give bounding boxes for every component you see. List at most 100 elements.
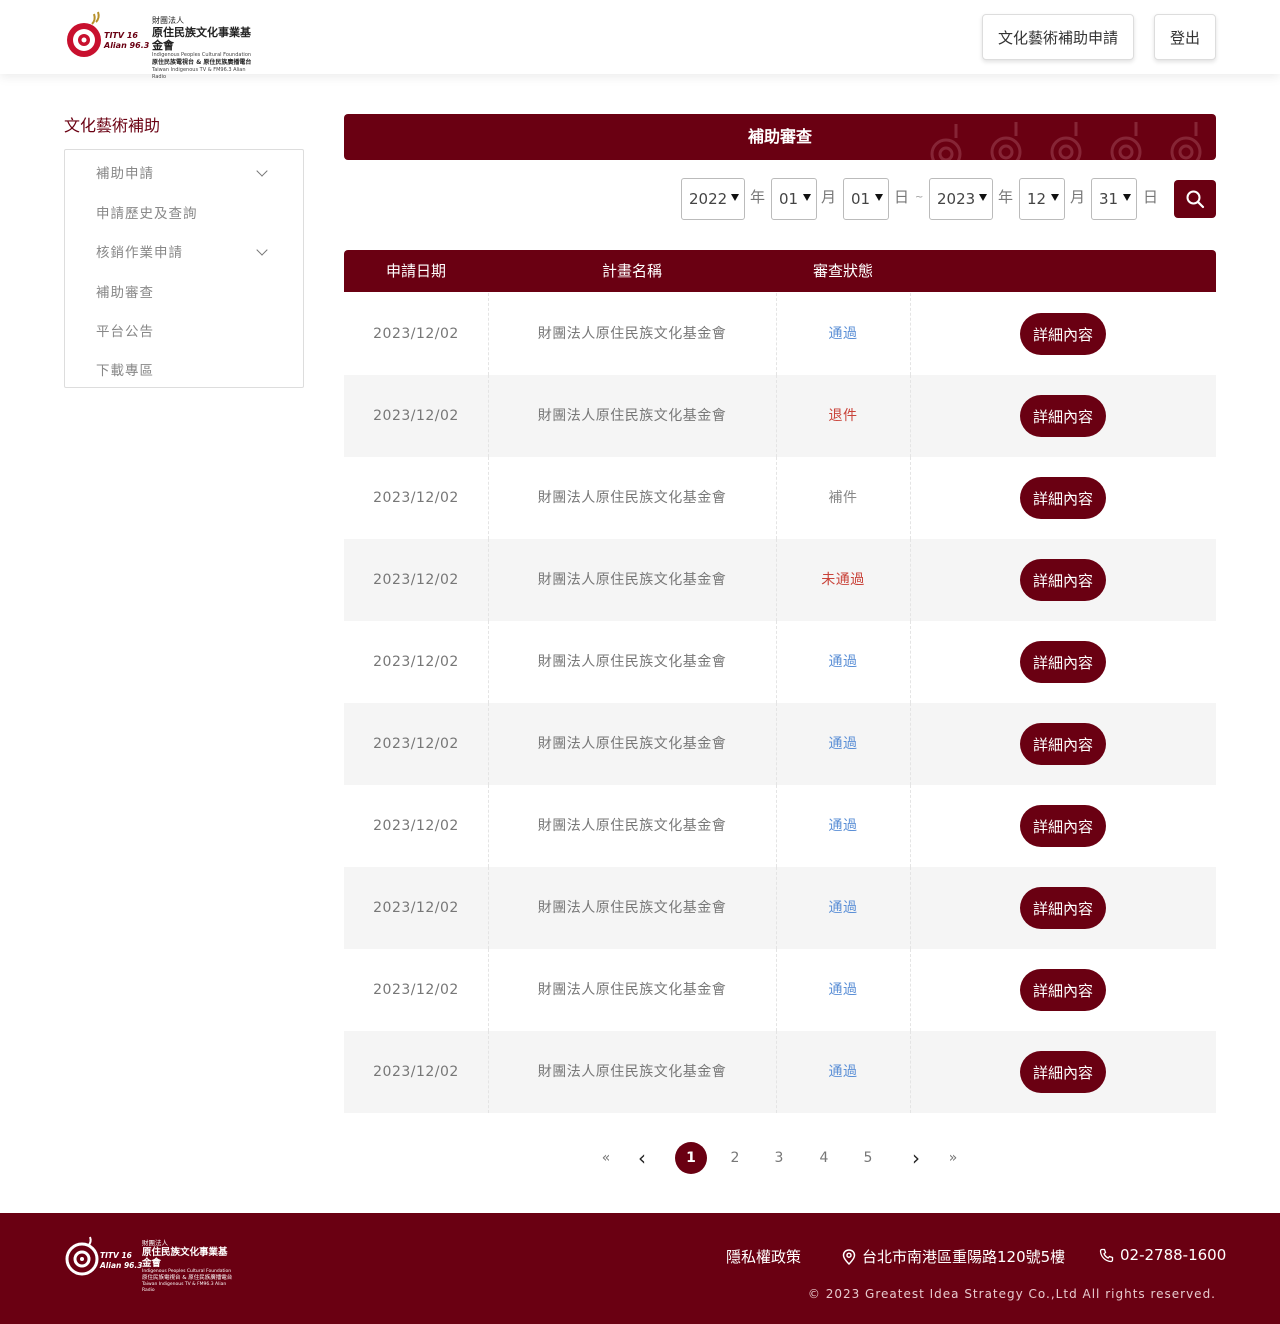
start-month-select[interactable]: 01 [771, 178, 817, 220]
logo-text: 財團法人 原住民族文化事業基金會 Indigenous Peoples Cult… [152, 16, 256, 81]
end-month-select[interactable]: 12 [1019, 178, 1065, 220]
footer-logo[interactable]: TITV 16 Alian 96.3 財團法人 原住民族文化事業基金會 Indi… [64, 1233, 234, 1293]
detail-button[interactable]: 詳細內容 [1020, 477, 1106, 519]
footer-logo-tv-name: 原住民族電視台 & 原住民族廣播電台 [142, 1275, 233, 1281]
detail-button[interactable]: 詳細內容 [1020, 1051, 1106, 1093]
footer-logo-alian: Alian 96.3 [100, 1261, 143, 1270]
pagination-page-5[interactable]: 5 [858, 1142, 878, 1174]
cell-status: 通過 [828, 736, 858, 752]
column-divider [488, 949, 489, 1031]
chevron-down-icon [256, 244, 268, 256]
section-banner: 補助審查 [344, 114, 1216, 160]
sidebar-item-announcements[interactable]: 平台公告 [96, 320, 276, 340]
table-row: 2023/12/02 財團法人原住民族文化基金會 通過 詳細內容 [344, 949, 1216, 1031]
footer-phone[interactable]: 02-2788-1600 [1099, 1246, 1226, 1264]
detail-button[interactable]: 詳細內容 [1020, 313, 1106, 355]
phone-icon [1099, 1248, 1114, 1262]
pagination-first[interactable]: « [596, 1142, 616, 1174]
sidebar-item-label: 補助審查 [96, 285, 154, 301]
detail-button[interactable]: 詳細內容 [1020, 805, 1106, 847]
end-year-select[interactable]: 2023 [929, 178, 993, 220]
footer-logo-tv-en: Taiwan Indigenous TV & FM96.3 Alian Radi… [142, 1282, 227, 1293]
detail-button[interactable]: 詳細內容 [1020, 723, 1106, 765]
end-day-select[interactable]: 31 [1091, 178, 1137, 220]
detail-button[interactable]: 詳細內容 [1020, 887, 1106, 929]
pagination-next[interactable]: › [906, 1142, 926, 1174]
column-divider [776, 867, 777, 949]
column-divider [910, 867, 911, 949]
cell-project-name: 財團法人原住民族文化基金會 [537, 736, 727, 752]
column-divider [910, 621, 911, 703]
table-row: 2023/12/02 財團法人原住民族文化基金會 通過 詳細內容 [344, 703, 1216, 785]
foundation-emblem-icon [67, 11, 101, 57]
column-divider [776, 375, 777, 457]
column-divider [910, 375, 911, 457]
cell-project-name: 財團法人原住民族文化基金會 [537, 408, 727, 424]
table-row: 2023/12/02 財團法人原住民族文化基金會 通過 詳細內容 [344, 293, 1216, 375]
cell-date: 2023/12/02 [373, 736, 459, 752]
cell-date: 2023/12/02 [373, 490, 459, 506]
column-divider [910, 703, 911, 785]
logo-org-en: Indigenous Peoples Cultural Foundation [152, 52, 252, 58]
column-divider [776, 539, 777, 621]
sidebar-item-review[interactable]: 補助審查 [96, 281, 276, 301]
column-divider [488, 539, 489, 621]
column-divider [488, 293, 489, 375]
pagination-prev[interactable]: ‹ [632, 1142, 652, 1174]
location-pin-icon [842, 1248, 856, 1265]
column-divider [910, 457, 911, 539]
start-day-select[interactable]: 01 [843, 178, 889, 220]
site-footer: TITV 16 Alian 96.3 財團法人 原住民族文化事業基金會 Indi… [0, 1213, 1280, 1324]
detail-button[interactable]: 詳細內容 [1020, 969, 1106, 1011]
sidebar-item-writeoff[interactable]: 核銷作業申請 [96, 241, 276, 261]
sidebar-item-label: 核銷作業申請 [96, 245, 183, 261]
start-month-value: 01 [779, 190, 799, 208]
sidebar-item-downloads[interactable]: 下載專區 [96, 359, 276, 379]
table-row: 2023/12/02 財團法人原住民族文化基金會 退件 詳細內容 [344, 375, 1216, 457]
cell-project-name: 財團法人原住民族文化基金會 [537, 572, 727, 588]
pagination-page-4[interactable]: 4 [814, 1142, 834, 1174]
table-row: 2023/12/02 財團法人原住民族文化基金會 通過 詳細內容 [344, 867, 1216, 949]
logo-tv-en: Taiwan Indigenous TV & FM96.3 Alian Radi… [152, 67, 246, 80]
search-button[interactable] [1174, 180, 1216, 218]
page-title: 補助審查 [747, 127, 812, 146]
pagination-page-1[interactable]: 1 [675, 1142, 707, 1174]
sidebar-item-history[interactable]: 申請歷史及查詢 [96, 202, 276, 222]
sidebar-title: 文化藝術補助 [64, 116, 161, 135]
start-year-select[interactable]: 2022 [681, 178, 745, 220]
column-divider [776, 949, 777, 1031]
footer-address-text: 台北市南港區重陽路120號5樓 [862, 1248, 1066, 1266]
pagination-page-2[interactable]: 2 [725, 1142, 745, 1174]
sidebar-item-apply[interactable]: 補助申請 [96, 162, 276, 182]
pagination-last[interactable]: » [943, 1142, 963, 1174]
cell-status: 通過 [828, 982, 858, 998]
pagination-page-3[interactable]: 3 [769, 1142, 789, 1174]
cell-project-name: 財團法人原住民族文化基金會 [537, 1064, 727, 1080]
site-logo[interactable]: TITV 16 Alian 96.3 財團法人 原住民族文化事業基金會 Indi… [64, 10, 256, 80]
caret-down-icon [731, 194, 739, 201]
column-header-name: 計畫名稱 [601, 262, 662, 280]
column-divider [488, 785, 489, 867]
footer-address: 台北市南港區重陽路120號5樓 [842, 1246, 1065, 1267]
cell-date: 2023/12/02 [373, 408, 459, 424]
start-year-value: 2022 [689, 190, 728, 208]
detail-button[interactable]: 詳細內容 [1020, 559, 1106, 601]
cell-project-name: 財團法人原住民族文化基金會 [537, 654, 727, 670]
apply-button[interactable]: 文化藝術補助申請 [982, 14, 1134, 60]
sidebar-item-label: 申請歷史及查詢 [96, 206, 198, 222]
cell-project-name: 財團法人原住民族文化基金會 [537, 326, 727, 342]
sidebar-item-label: 下載專區 [96, 363, 154, 379]
cell-project-name: 財團法人原住民族文化基金會 [537, 982, 727, 998]
search-icon [1186, 190, 1205, 209]
logout-button[interactable]: 登出 [1154, 14, 1216, 60]
logo-alian-text: Alian 96.3 [104, 41, 150, 50]
chevron-down-icon [256, 165, 268, 177]
cell-date: 2023/12/02 [373, 900, 459, 916]
caret-down-icon [1123, 194, 1131, 201]
privacy-link[interactable]: 隱私權政策 [726, 1246, 801, 1267]
cell-date: 2023/12/02 [373, 982, 459, 998]
detail-button[interactable]: 詳細內容 [1020, 395, 1106, 437]
caret-down-icon [979, 194, 987, 201]
detail-button[interactable]: 詳細內容 [1020, 641, 1106, 683]
column-divider [488, 621, 489, 703]
